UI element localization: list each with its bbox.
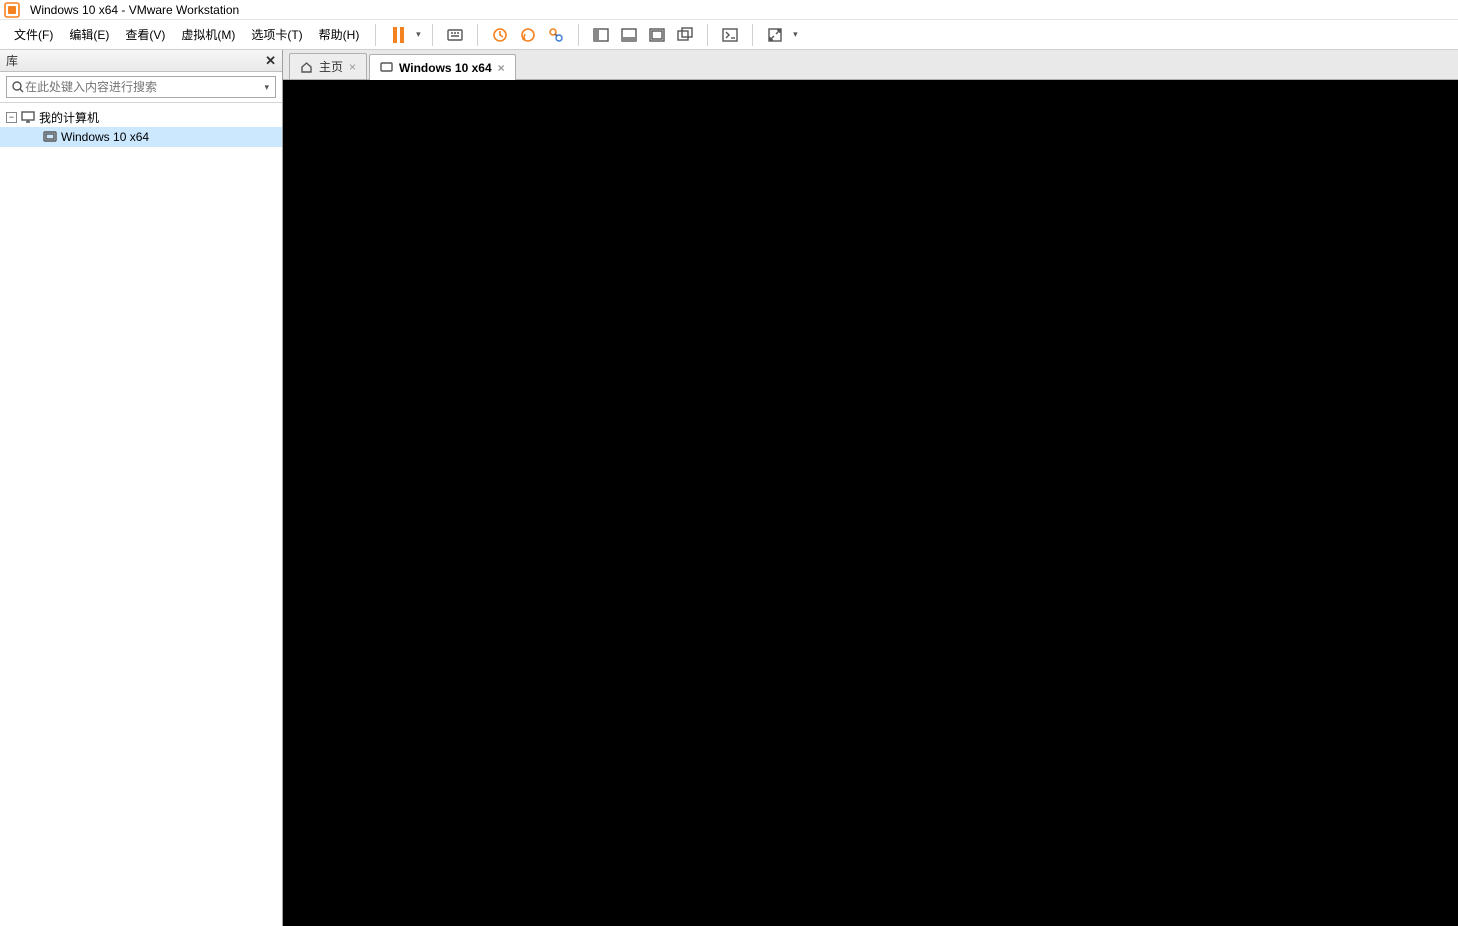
thumbnail-bar-button[interactable] (615, 22, 643, 48)
tree-item-windows10[interactable]: Windows 10 x64 (0, 127, 282, 147)
fullscreen-button[interactable] (761, 22, 789, 48)
thumbnail-bar-icon (620, 26, 638, 44)
tab-home-label: 主页 (319, 58, 343, 75)
library-search-box[interactable]: ▾ (6, 76, 276, 98)
tab-vm-label: Windows 10 x64 (399, 61, 492, 75)
unity-icon (721, 26, 739, 44)
open-new-window-button[interactable] (671, 22, 699, 48)
toolbar-separator (578, 24, 579, 46)
hide-tabs-icon (648, 26, 666, 44)
fullscreen-icon (766, 26, 784, 44)
menu-help[interactable]: 帮助(H) (311, 22, 368, 47)
menu-tabs[interactable]: 选项卡(T) (243, 22, 310, 47)
search-icon (11, 80, 25, 94)
tab-home-close[interactable]: × (349, 61, 356, 73)
take-snapshot-button[interactable] (486, 22, 514, 48)
fullscreen-dropdown[interactable]: ▾ (789, 29, 801, 40)
unity-mode-button[interactable] (716, 22, 744, 48)
send-cad-icon (446, 26, 464, 44)
tab-bar: 主页 × Windows 10 x64 × (283, 50, 1458, 80)
snapshot-icon (491, 26, 509, 44)
library-search-wrap: ▾ (0, 72, 282, 103)
menu-edit[interactable]: 编辑(E) (61, 22, 117, 47)
menu-vm[interactable]: 虚拟机(M) (173, 22, 243, 47)
power-dropdown[interactable]: ▾ (412, 29, 424, 40)
tree-item-label: Windows 10 x64 (61, 130, 149, 144)
vm-icon (43, 130, 57, 144)
tab-home[interactable]: 主页 × (289, 53, 367, 79)
menu-toolbar: 文件(F) 编辑(E) 查看(V) 虚拟机(M) 选项卡(T) 帮助(H) ▾ (0, 20, 1458, 50)
vm-console-view[interactable] (283, 80, 1458, 926)
tree-collapse-icon[interactable]: − (6, 112, 17, 123)
computer-icon (21, 110, 35, 124)
snapshot-manager-button[interactable] (542, 22, 570, 48)
toolbar-separator (707, 24, 708, 46)
tree-root-label: 我的计算机 (39, 109, 99, 126)
send-ctrl-alt-del-button[interactable] (441, 22, 469, 48)
tree-root-my-computer[interactable]: − 我的计算机 (0, 107, 282, 127)
tab-vm[interactable]: Windows 10 x64 × (369, 54, 516, 80)
home-icon (300, 60, 313, 73)
library-header: 库 ✕ (0, 50, 282, 72)
library-close-button[interactable]: ✕ (265, 54, 276, 67)
hide-console-tabs-button[interactable] (643, 22, 671, 48)
vm-tab-icon (380, 61, 393, 74)
library-title: 库 (6, 52, 18, 69)
toolbar-separator (752, 24, 753, 46)
menu-file[interactable]: 文件(F) (6, 22, 61, 47)
revert-snapshot-button[interactable] (514, 22, 542, 48)
library-sidebar: 库 ✕ ▾ − 我的计算机 Windows 10 x64 (0, 50, 283, 926)
show-library-button[interactable] (587, 22, 615, 48)
content-area: 主页 × Windows 10 x64 × (283, 50, 1458, 926)
menu-view[interactable]: 查看(V) (117, 22, 173, 47)
toolbar-separator (432, 24, 433, 46)
search-dropdown[interactable]: ▾ (262, 82, 271, 93)
snapshot-manager-icon (547, 26, 565, 44)
tab-vm-close[interactable]: × (498, 62, 505, 74)
pause-icon (393, 27, 404, 43)
title-bar: Windows 10 x64 - VMware Workstation (0, 0, 1458, 20)
library-panel-icon (592, 26, 610, 44)
toolbar-separator (477, 24, 478, 46)
library-tree: − 我的计算机 Windows 10 x64 (0, 103, 282, 151)
vmware-app-icon (4, 2, 20, 18)
toolbar-separator (375, 24, 376, 46)
new-window-icon (676, 26, 694, 44)
library-search-input[interactable] (25, 80, 262, 94)
main-body: 库 ✕ ▾ − 我的计算机 Windows 10 x64 (0, 50, 1458, 926)
pause-vm-button[interactable] (384, 22, 412, 48)
window-title: Windows 10 x64 - VMware Workstation (30, 3, 239, 17)
revert-icon (519, 26, 537, 44)
